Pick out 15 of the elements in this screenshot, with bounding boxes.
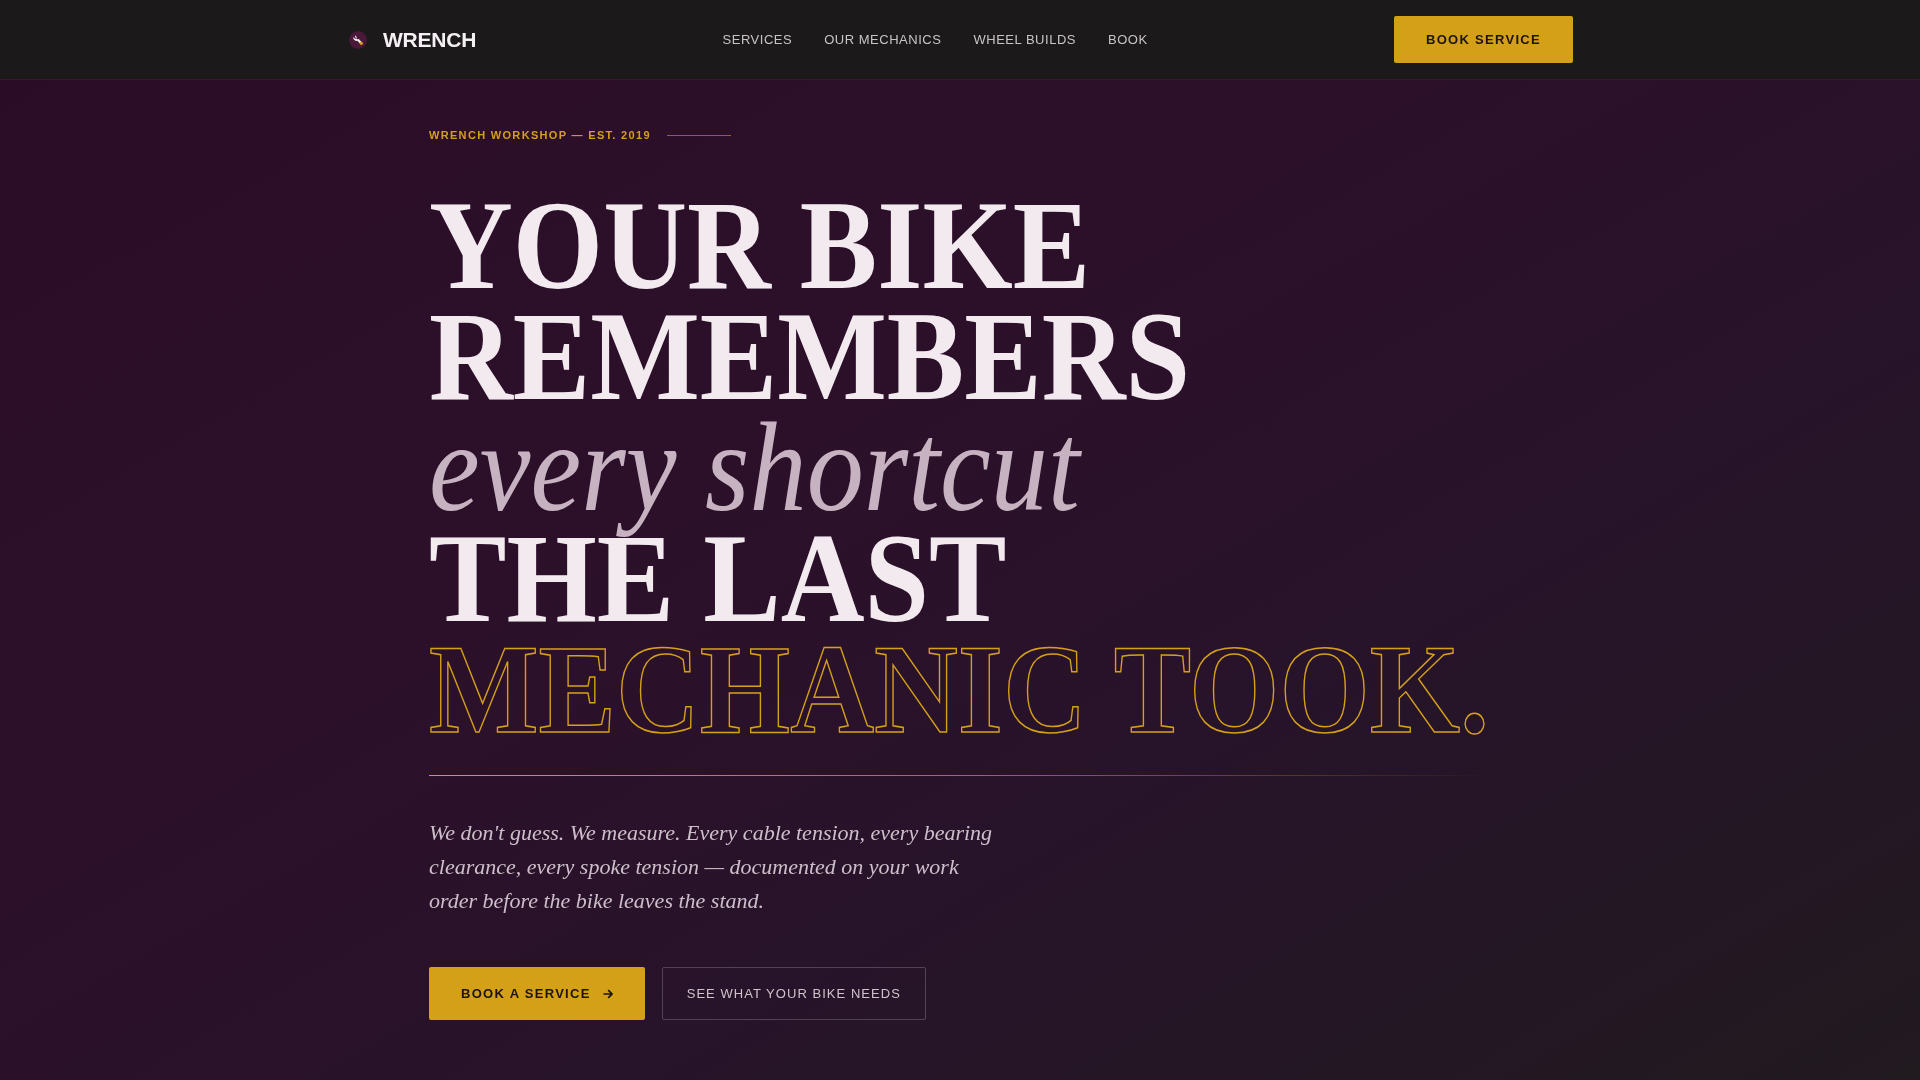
book-a-service-button[interactable]: BOOK A SERVICE	[429, 967, 645, 1020]
headline-line: MECHANIC TOOK.	[429, 634, 1491, 745]
lead-paragraph: We don't guess. We measure. Every cable tension, every bearing clearance, every spoke tension — documented on your work order before the bike leaves the stand.	[429, 819, 994, 915]
headline-line: REMEMBERS	[429, 301, 1192, 412]
wrench-icon	[349, 30, 367, 49]
brand-link[interactable]: WRENCH	[347, 23, 477, 56]
headline-line: YOUR BIKE	[429, 190, 1091, 301]
see-bike-needs-button[interactable]: SEE WHAT YOUR BIKE NEEDS	[661, 967, 926, 1020]
nav-link[interactable]: BOOK	[1108, 29, 1148, 50]
eyebrow-text: WRENCH WORKSHOP — EST. 2019	[429, 128, 651, 142]
nav-link[interactable]: OUR MECHANICS	[824, 29, 942, 50]
nav-link[interactable]: SERVICES	[722, 29, 793, 50]
arrow-right-icon	[602, 988, 613, 999]
book-service-button[interactable]: BOOK SERVICE	[1393, 16, 1573, 63]
nav-link[interactable]: WHEEL BUILDS	[973, 29, 1076, 50]
